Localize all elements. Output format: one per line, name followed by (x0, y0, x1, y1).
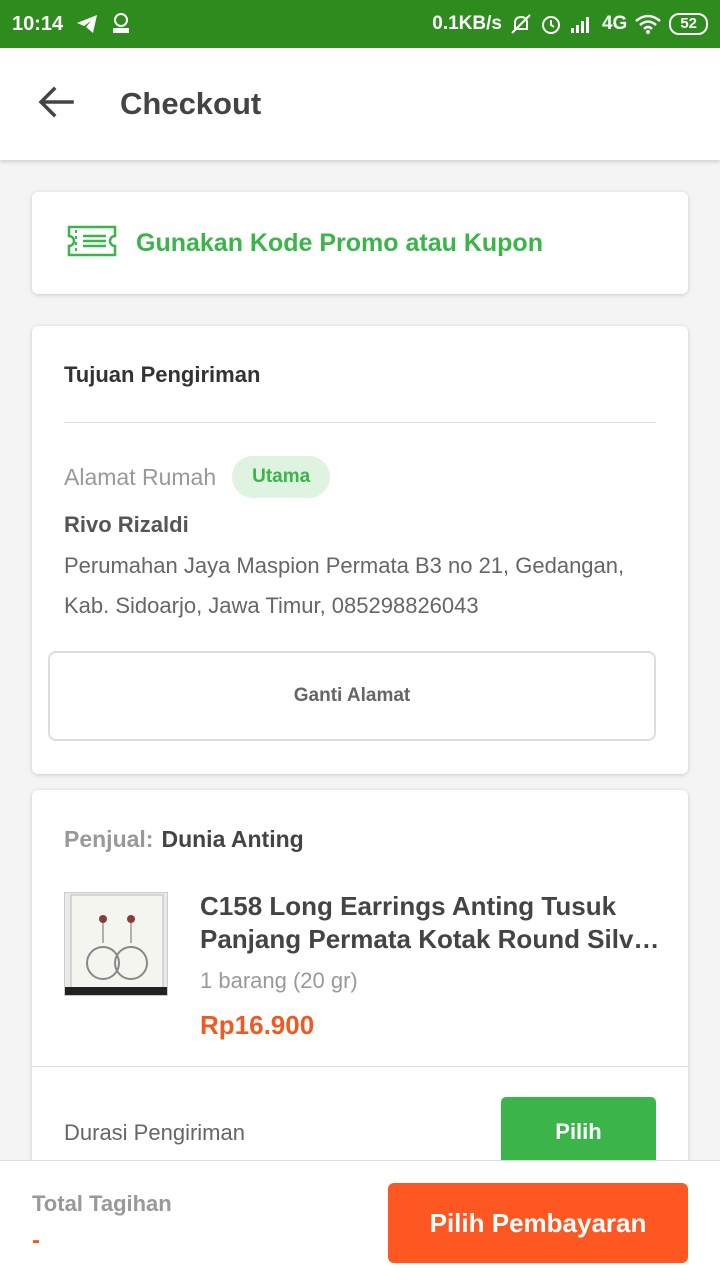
shipping-address-card: Tujuan Pengiriman Alamat Rumah Utama Riv… (32, 326, 688, 774)
network-type: 4G (601, 13, 628, 34)
status-time: 10:14 (12, 12, 64, 35)
telegram-icon (75, 13, 99, 35)
total-label: Total Tagihan (32, 1191, 172, 1216)
bottom-bar: Total Tagihan - Pilih Pembayaran (0, 1160, 720, 1280)
order-card: Penjual: Dunia Anting C158 Long Earrings… (32, 790, 688, 1170)
wifi-icon (635, 14, 662, 34)
divider (64, 422, 656, 423)
recipient-name: Rivo Rizaldi (64, 512, 189, 537)
signal-icon (570, 14, 594, 34)
change-address-button[interactable]: Ganti Alamat (48, 651, 656, 741)
section-title-shipping: Tujuan Pengiriman (64, 362, 261, 387)
arrow-left-icon (38, 86, 74, 123)
product-image[interactable] (64, 892, 168, 996)
seller-label: Penjual: (64, 826, 154, 852)
seller-name[interactable]: Dunia Anting (161, 826, 303, 853)
choose-payment-button[interactable]: Pilih Pembayaran (388, 1183, 688, 1263)
divider (32, 1066, 688, 1067)
network-speed: 0.1KB/s (432, 13, 502, 34)
ticket-icon (66, 224, 118, 263)
seller-row: Penjual: Dunia Anting (64, 826, 304, 853)
choose-shipping-button[interactable]: Pilih (501, 1097, 656, 1167)
primary-badge: Utama (232, 456, 331, 498)
app-bar: Checkout (0, 48, 720, 160)
battery-indicator: 52 (669, 13, 708, 35)
product-quantity: 1 barang (20 gr) (200, 968, 358, 993)
address-label: Alamat Rumah (64, 463, 217, 490)
alarm-icon (540, 13, 562, 35)
promo-label: Gunakan Kode Promo atau Kupon (136, 228, 543, 257)
total-value: - (32, 1227, 40, 1254)
address-label-row: Alamat Rumah Utama (64, 456, 331, 498)
product-price: Rp16.900 (200, 1010, 315, 1040)
page-title: Checkout (120, 86, 262, 121)
shipping-duration-label: Durasi Pengiriman (64, 1120, 245, 1145)
back-button[interactable] (0, 48, 112, 160)
app-notification-icon (111, 13, 131, 35)
promo-code-button[interactable]: Gunakan Kode Promo atau Kupon (32, 192, 688, 294)
address-text: Perumahan Jaya Maspion Permata B3 no 21,… (64, 553, 625, 618)
product-name[interactable]: C158 Long Earrings Anting Tusuk Panjang … (200, 890, 660, 956)
status-bar: 10:14 0.1KB/s 4G 52 (0, 0, 720, 48)
mute-notification-icon (510, 13, 532, 35)
